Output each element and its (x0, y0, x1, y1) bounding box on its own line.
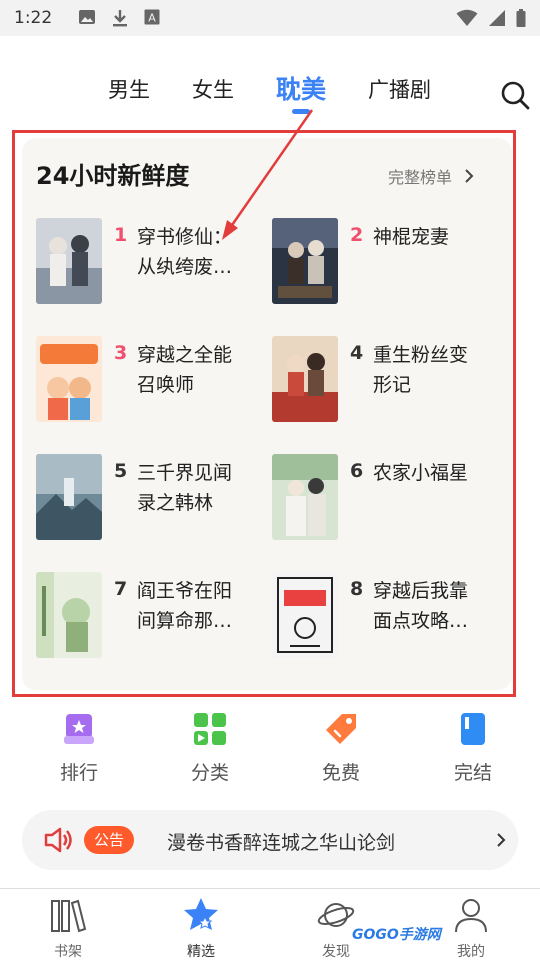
category-icon (194, 713, 226, 745)
book-cover (272, 218, 338, 304)
bottom-nav: 书架 精选 发现 我的 (0, 888, 540, 960)
chevron-right-icon (497, 833, 506, 847)
notice-bar[interactable]: 公告 漫卷书香醉连城之华山论剑 (22, 810, 518, 870)
chevron-right-icon (465, 169, 474, 183)
book-item[interactable]: 7 阎王爷在阳间算命那… (36, 572, 266, 662)
quick-entry-category[interactable]: 分类 (170, 708, 250, 785)
rank-number: 5 (114, 460, 128, 482)
book-item[interactable]: 5 三千界见闻录之韩林 (36, 454, 266, 544)
rank-number: 7 (114, 578, 128, 600)
svg-text:A: A (148, 12, 156, 25)
tab-radio-drama[interactable]: 广播剧 (368, 74, 431, 104)
wifi-icon (456, 9, 478, 26)
book-item[interactable]: 2 神棍宠妻 (272, 218, 502, 308)
book-title: 三千界见闻录之韩林 (137, 462, 233, 514)
book-item[interactable]: 8 穿越后我靠面点攻略… (272, 572, 502, 662)
book-title: 穿越之全能召唤师 (137, 344, 233, 396)
notice-text: 漫卷书香醉连城之华山论剑 (167, 832, 396, 854)
nav-label: 书架 (54, 944, 82, 960)
tab-danmei[interactable]: 耽美 (276, 70, 326, 106)
book-title: 重生粉丝变形记 (373, 344, 469, 396)
rank-number: 3 (114, 342, 128, 364)
full-ranking-label: 完整榜单 (388, 168, 453, 187)
a-box-icon: A (144, 9, 160, 25)
quick-entry-ranking[interactable]: 排行 (39, 708, 119, 785)
nav-bookshelf[interactable]: 书架 (28, 895, 108, 960)
book-cover (36, 218, 102, 304)
battery-icon (516, 9, 526, 27)
planet-icon (317, 903, 355, 927)
top-tabs: 男生 女生 耽美 广播剧 (0, 66, 540, 116)
rank-number: 6 (350, 460, 364, 482)
nav-featured[interactable]: 精选 (161, 895, 241, 960)
rank-number: 4 (350, 342, 364, 364)
ranking-card: 24小时新鲜度 完整榜单 1 穿书修仙：从纨绔废… 2 神棍宠妻 3 穿越之全能… (22, 138, 512, 690)
ranking-icon (64, 714, 94, 744)
book-cover (36, 454, 102, 540)
ranking-title: 24小时新鲜度 (36, 162, 190, 190)
book-title: 农家小福星 (373, 462, 469, 484)
book-cover (272, 454, 338, 540)
quick-entry-label: 免费 (321, 762, 360, 784)
book-item[interactable]: 4 重生粉丝变形记 (272, 336, 502, 426)
tab-male[interactable]: 男生 (108, 74, 150, 104)
active-tab-indicator (292, 109, 310, 114)
status-bar: 1:22 A (0, 0, 540, 36)
speaker-icon (44, 827, 72, 853)
download-icon (113, 10, 127, 27)
rank-number: 2 (350, 224, 364, 246)
watermark-logo: GOGO手游网 (352, 927, 441, 943)
quick-entry-label: 完结 (453, 762, 492, 784)
book-title: 神棍宠妻 (373, 226, 450, 248)
quick-entry-label: 分类 (190, 762, 229, 784)
quick-entry-free[interactable]: 免费 (301, 708, 381, 785)
quick-entry-completed[interactable]: 完结 (433, 708, 513, 785)
tab-female[interactable]: 女生 (192, 74, 234, 104)
full-ranking-link[interactable]: 完整榜单 (388, 164, 474, 188)
book-item[interactable]: 1 穿书修仙：从纨绔废… (36, 218, 266, 308)
book-cover (272, 572, 338, 658)
signal-icon (489, 10, 505, 26)
book-cover (36, 336, 102, 422)
rank-number: 8 (350, 578, 364, 600)
nav-label: 精选 (187, 944, 215, 960)
book-title: 穿书修仙：从纨绔废… (137, 226, 233, 278)
notification-icons: A (78, 9, 160, 27)
book-icon (461, 713, 485, 745)
book-cover (36, 572, 102, 658)
book-item[interactable]: 3 穿越之全能召唤师 (36, 336, 266, 426)
quick-entries: 排行 分类 免费 完结 (0, 708, 540, 788)
book-item[interactable]: 6 农家小福星 (272, 454, 502, 544)
profile-icon (455, 899, 487, 933)
nav-profile[interactable]: 我的 (431, 895, 511, 960)
search-icon[interactable] (498, 78, 532, 112)
tag-icon (326, 714, 356, 744)
notice-badge: 公告 (84, 826, 134, 854)
book-title: 阎王爷在阳间算命那… (137, 580, 233, 632)
image-icon (79, 10, 95, 24)
rank-number: 1 (114, 224, 128, 246)
star-icon (184, 898, 218, 930)
status-time: 1:22 (14, 8, 53, 28)
nav-label: 我的 (457, 944, 485, 960)
book-title: 穿越后我靠面点攻略… (373, 580, 469, 632)
bookshelf-icon (51, 899, 87, 933)
quick-entry-label: 排行 (59, 762, 98, 784)
book-cover (272, 336, 338, 422)
